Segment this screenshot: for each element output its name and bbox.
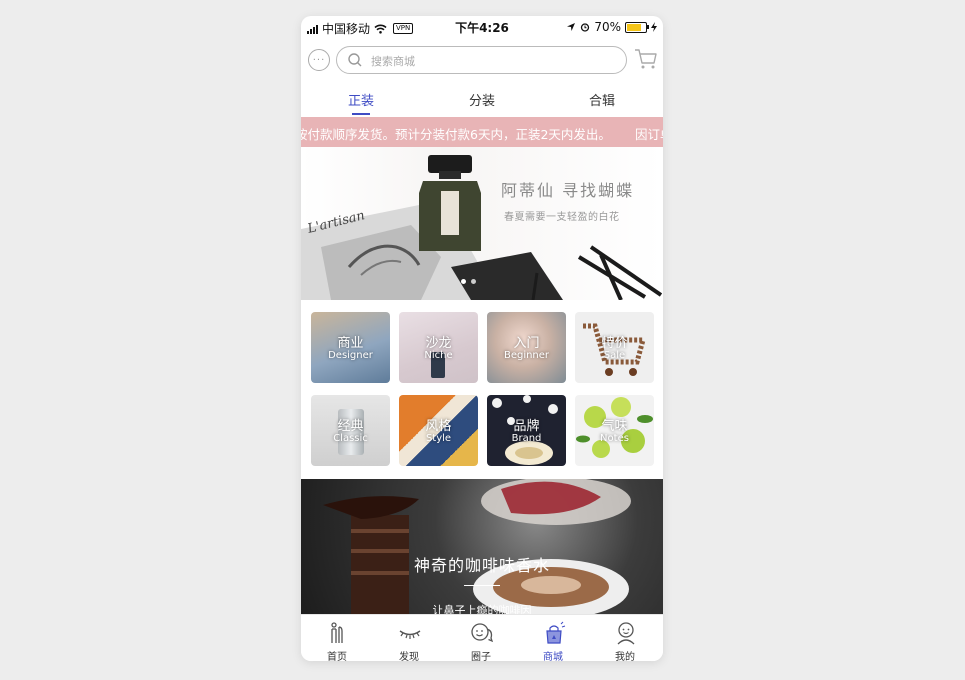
nav-discover-label: 发现 xyxy=(399,652,419,661)
category-en-label: Style xyxy=(425,433,452,444)
eye-lashes-icon xyxy=(399,630,421,639)
nav-shop[interactable]: 商城 xyxy=(517,615,589,661)
category-en-label: Niche xyxy=(424,350,453,361)
category-sale[interactable]: 特价 Sale xyxy=(575,312,654,383)
nav-home-label: 首页 xyxy=(327,652,347,661)
shop-bag-icon xyxy=(546,621,566,644)
profile-icon xyxy=(617,622,635,645)
alarm-icon xyxy=(581,23,590,32)
category-notes[interactable]: 气味 Notes xyxy=(575,395,654,466)
category-en-label: Designer xyxy=(328,350,373,361)
category-en-label: Classic xyxy=(333,433,368,444)
category-cn-label: 气味 xyxy=(601,419,628,434)
search-bar-row: ··· 搜索商城 xyxy=(301,46,663,78)
category-cn-label: 入门 xyxy=(513,336,540,351)
nav-circle-label: 圈子 xyxy=(471,652,491,661)
chat-bubble-icon[interactable]: ··· xyxy=(308,49,330,71)
category-cn-label: 经典 xyxy=(337,419,364,434)
category-classic[interactable]: 经典 Classic xyxy=(311,395,390,466)
feature-article-card[interactable]: 神奇的咖啡味香水 让鼻子上瘾的咖啡因 xyxy=(301,479,663,614)
banner-subtitle: 春夏需要一支轻盈的白花 xyxy=(504,212,620,223)
battery-percent: 70% xyxy=(594,20,621,34)
category-cn-label: 沙龙 xyxy=(425,336,452,351)
category-en-label: Brand xyxy=(511,433,542,444)
status-bar: 中国移动 VPN 下午4:26 70% xyxy=(301,16,663,38)
category-designer[interactable]: 商业 Designer xyxy=(311,312,390,383)
tab-collection[interactable]: 合辑 xyxy=(562,90,642,109)
banner-title: 阿蒂仙 寻找蝴蝶 xyxy=(501,181,635,200)
category-cn-label: 特价 xyxy=(601,336,628,351)
carousel-dot xyxy=(471,279,476,284)
bottom-nav: 首页 发现 圈子 商城 我的 xyxy=(301,614,663,661)
location-arrow-icon xyxy=(567,23,576,31)
category-en-label: Beginner xyxy=(503,350,550,361)
hero-banner[interactable]: L'artisan 阿蒂仙 寻找蝴蝶 春夏需要一支轻盈的白花 xyxy=(301,147,663,300)
shopping-cart-icon[interactable] xyxy=(634,48,658,70)
charging-icon xyxy=(651,22,657,32)
carousel-dot-active xyxy=(461,279,466,284)
feature-title: 神奇的咖啡味香水 xyxy=(413,556,550,575)
category-beginner[interactable]: 入门 Beginner xyxy=(487,312,566,383)
home-icon xyxy=(331,622,343,643)
notice-text: 按付款顺序发货。预计分装付款6天内，正装2天内发出。 xyxy=(301,127,611,142)
nav-profile[interactable]: 我的 xyxy=(589,615,661,661)
category-cn-label: 商业 xyxy=(337,336,364,351)
battery-icon xyxy=(625,21,649,33)
tab-formal[interactable]: 正装 xyxy=(321,90,401,115)
category-niche[interactable]: 沙龙 Niche xyxy=(399,312,478,383)
search-placeholder: 搜索商城 xyxy=(371,55,415,68)
notice-marquee[interactable]: 按付款顺序发货。预计分装付款6天内，正装2天内发出。 因订单 xyxy=(301,117,663,147)
nav-discover[interactable]: 发现 xyxy=(373,615,445,661)
category-style[interactable]: 风格 Style xyxy=(399,395,478,466)
search-icon xyxy=(348,53,362,67)
nav-shop-label: 商城 xyxy=(543,652,563,661)
feature-subtitle: 让鼻子上瘾的咖啡因 xyxy=(432,604,532,614)
category-en-label: Sale xyxy=(603,350,626,361)
carousel-dots xyxy=(461,279,476,284)
notice-text-next: 因订单 xyxy=(635,127,663,142)
feature-photo xyxy=(323,479,631,614)
chat-faces-icon xyxy=(471,623,494,643)
category-cn-label: 风格 xyxy=(425,419,452,434)
category-brand[interactable]: 品牌 Brand xyxy=(487,395,566,466)
tab-decant[interactable]: 分装 xyxy=(442,90,522,109)
nav-profile-label: 我的 xyxy=(615,652,635,661)
category-cn-label: 品牌 xyxy=(513,419,540,434)
feature-divider xyxy=(464,585,500,586)
search-input[interactable]: 搜索商城 xyxy=(336,46,627,74)
category-en-label: Notes xyxy=(600,433,629,444)
nav-home[interactable]: 首页 xyxy=(301,615,373,661)
phone-screen: 中国移动 VPN 下午4:26 70% ··· 搜索商城 正装 分装 合辑 按付… xyxy=(301,16,663,661)
tab-bar: 正装 分装 合辑 xyxy=(301,86,663,112)
nav-circle[interactable]: 圈子 xyxy=(445,615,517,661)
